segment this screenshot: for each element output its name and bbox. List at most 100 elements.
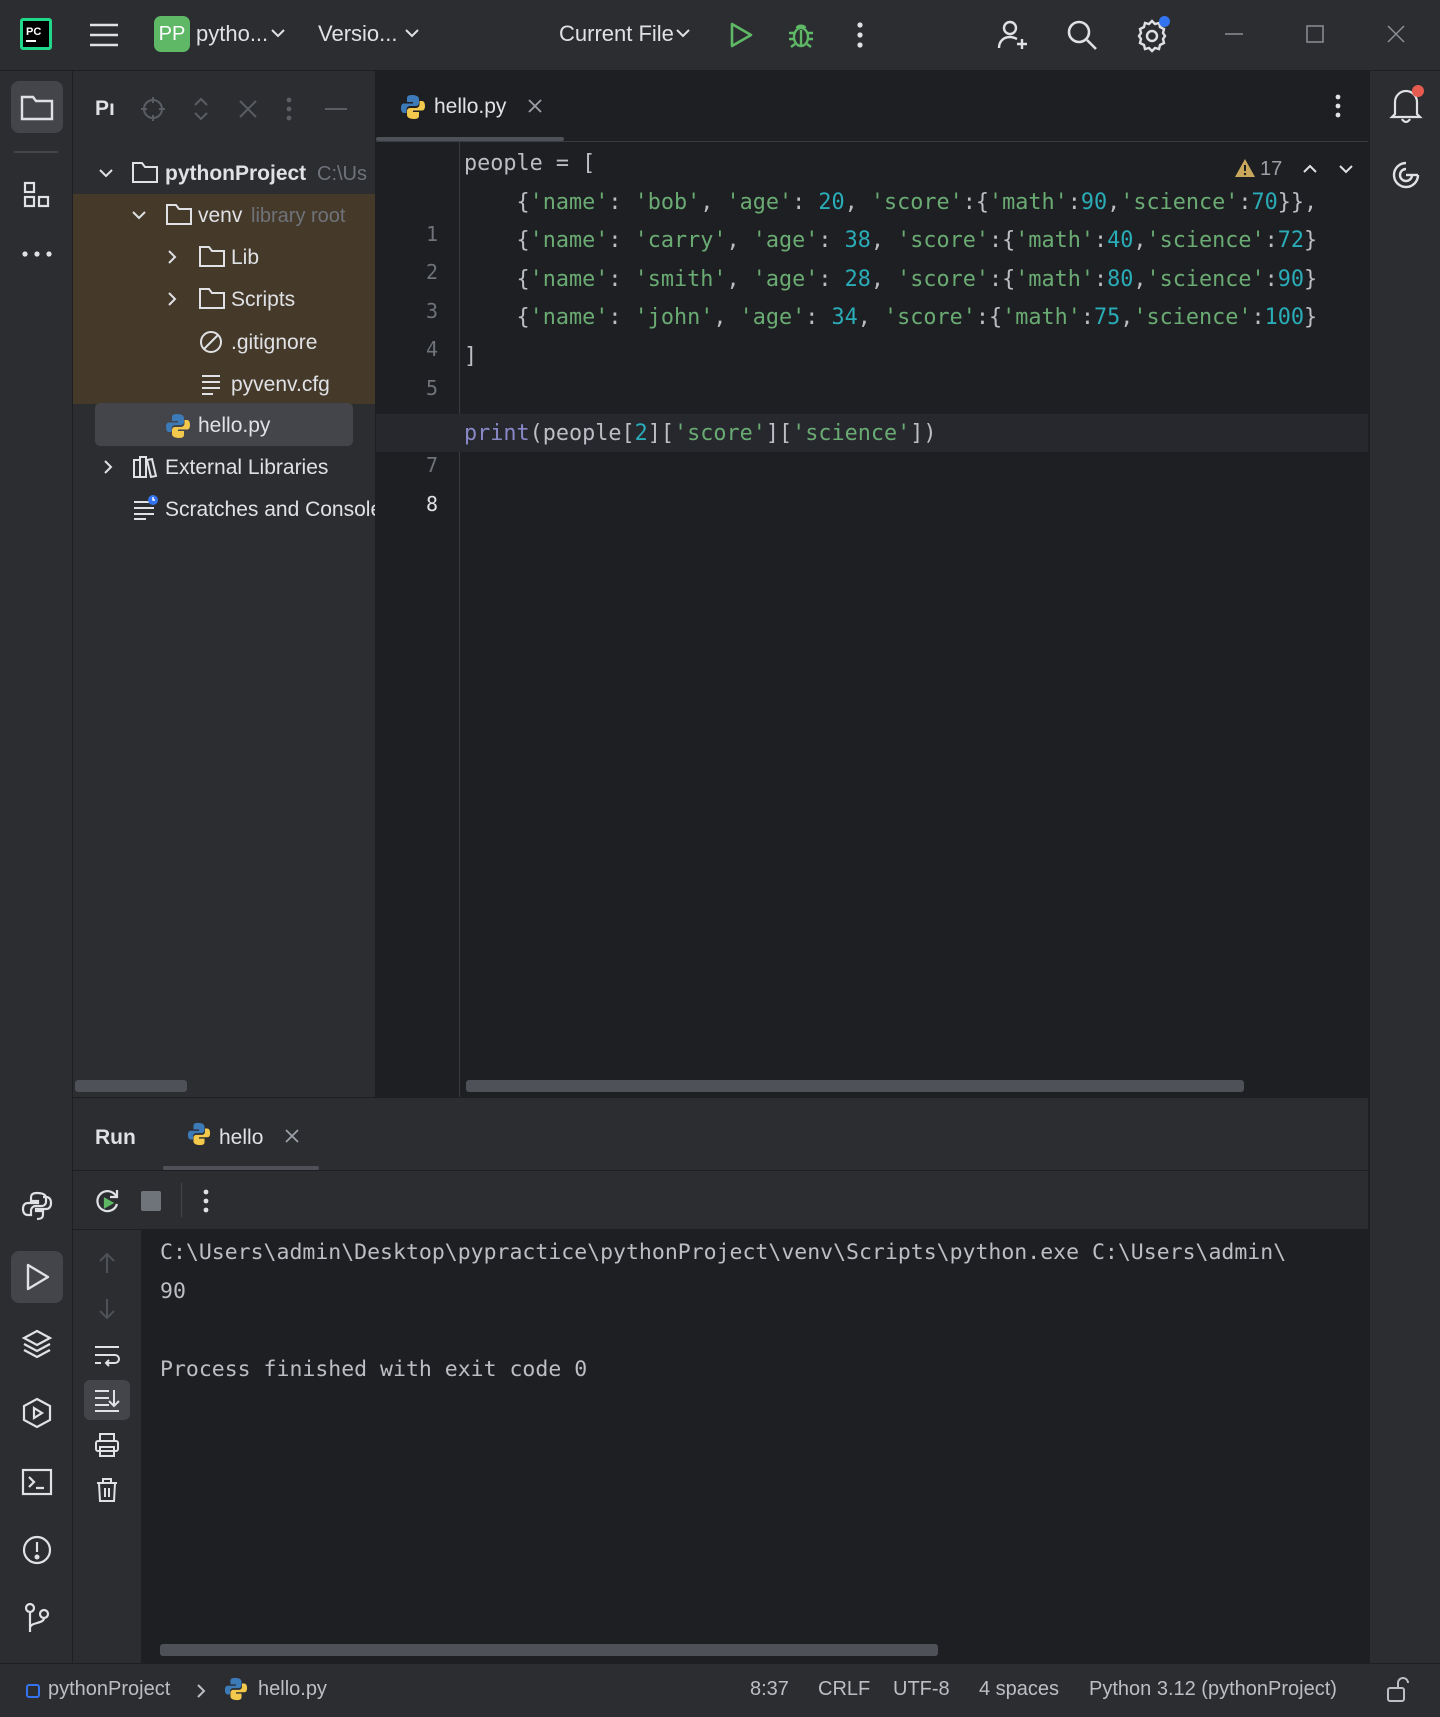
run-tab-bar: Run hello <box>73 1098 1368 1171</box>
library-icon <box>133 456 158 479</box>
stop-icon[interactable] <box>137 1187 165 1215</box>
collapse-all-icon[interactable] <box>233 94 263 124</box>
close-tab-icon[interactable] <box>285 1129 299 1143</box>
breadcrumb-file[interactable]: hello.py <box>258 1678 327 1701</box>
print-icon[interactable] <box>90 1428 124 1462</box>
python-file-icon <box>187 1122 211 1146</box>
project-name[interactable]: pytho... <box>196 21 268 47</box>
chevron-down-icon[interactable] <box>131 210 147 220</box>
python-interpreter[interactable]: Python 3.12 (pythonProject) <box>1089 1678 1337 1701</box>
project-scrollbar[interactable] <box>75 1080 187 1092</box>
chevron-down-icon[interactable] <box>1338 164 1354 174</box>
more-tools-icon[interactable] <box>17 239 57 269</box>
terminal-icon[interactable] <box>17 1462 57 1502</box>
title-bar: PC PP pytho... Versio... Current File <box>0 0 1440 71</box>
console-output[interactable]: C:\Users\admin\Desktop\pypractice\python… <box>142 1230 1368 1663</box>
tree-item-gitignore[interactable]: .gitignore <box>73 322 375 364</box>
maximize-icon[interactable] <box>1303 22 1327 46</box>
trash-icon[interactable] <box>90 1473 124 1507</box>
code-line-8[interactable]: print(people[2]['score']['science']) <box>464 415 936 453</box>
structure-icon[interactable] <box>17 175 57 215</box>
chevron-down-icon[interactable] <box>404 28 420 38</box>
code-line-3[interactable]: {'name': 'carry', 'age': 38, 'score':{'m… <box>464 222 1317 260</box>
line-number: 5 <box>425 376 438 400</box>
close-window-icon[interactable] <box>1384 22 1408 46</box>
hide-panel-icon[interactable] <box>321 94 351 124</box>
scroll-to-end-icon[interactable] <box>84 1380 130 1420</box>
folder-icon <box>132 162 158 183</box>
tree-item-external-libraries[interactable]: External Libraries <box>73 447 375 489</box>
ai-assistant-icon[interactable] <box>1386 155 1426 195</box>
python-file-icon <box>166 414 190 438</box>
line-separator[interactable]: CRLF <box>818 1678 870 1701</box>
debug-icon[interactable] <box>783 17 819 53</box>
caret-position[interactable]: 8:37 <box>750 1678 789 1701</box>
run-tab-hello[interactable]: hello <box>163 1098 319 1170</box>
chevron-right-icon[interactable] <box>103 459 113 475</box>
vcs-widget[interactable]: Versio... <box>318 21 397 47</box>
editor-options-icon[interactable] <box>1328 89 1348 123</box>
python-console-icon[interactable] <box>17 1186 57 1226</box>
layers-icon[interactable] <box>17 1324 57 1364</box>
tree-item-label: Lib <box>231 246 260 269</box>
options-icon[interactable] <box>279 94 299 124</box>
rerun-icon[interactable] <box>91 1185 123 1217</box>
code-line-1[interactable]: people = [ <box>464 145 595 183</box>
chevron-up-icon[interactable] <box>1302 164 1318 174</box>
chevron-right-icon[interactable] <box>167 249 177 265</box>
warning-icon <box>1235 159 1255 177</box>
tree-item-hello-py[interactable]: hello.py <box>73 405 375 447</box>
chevron-down-icon[interactable] <box>675 28 691 38</box>
locate-icon[interactable] <box>138 94 168 124</box>
run-options-icon[interactable] <box>196 1185 216 1217</box>
chevron-right-icon[interactable] <box>167 291 177 307</box>
more-actions-icon[interactable] <box>850 18 870 52</box>
indent-setting[interactable]: 4 spaces <box>979 1678 1059 1701</box>
main-menu-icon[interactable] <box>86 17 122 53</box>
unlock-icon[interactable] <box>1386 1677 1410 1703</box>
run-configuration[interactable]: Current File <box>559 21 674 47</box>
search-icon[interactable] <box>1064 17 1100 53</box>
add-user-icon[interactable] <box>994 16 1032 54</box>
tree-item-pyvenv-cfg[interactable]: pyvenv.cfg <box>73 364 375 406</box>
editor-tab-hello-py[interactable]: hello.py <box>376 71 564 141</box>
tree-item-pythonproject[interactable]: pythonProject C:\Us <box>73 153 375 195</box>
warnings-count: 17 <box>1260 158 1283 180</box>
expand-all-icon[interactable] <box>186 94 216 124</box>
editor-scrollbar[interactable] <box>466 1080 1244 1092</box>
editor-area: hello.py 1 2 3 4 5 6 7 8 17 people = [ {… <box>376 71 1368 1097</box>
inspections-widget[interactable]: 17 <box>1234 153 1354 187</box>
right-tool-strip <box>1369 71 1440 1663</box>
minimize-icon[interactable] <box>1222 22 1246 46</box>
gear-icon[interactable] <box>1132 15 1172 55</box>
tree-item-scripts[interactable]: Scripts <box>73 279 375 321</box>
soft-wrap-icon[interactable] <box>90 1338 124 1372</box>
project-badge[interactable]: PP <box>154 16 190 52</box>
code-line-5[interactable]: {'name': 'john', 'age': 34, 'score':{'ma… <box>464 299 1317 337</box>
console-scrollbar[interactable] <box>160 1644 938 1656</box>
run-icon[interactable] <box>724 18 758 52</box>
notifications-icon[interactable] <box>1386 85 1426 125</box>
tree-item-venv[interactable]: venv library root <box>73 195 375 237</box>
problems-icon[interactable] <box>17 1530 57 1570</box>
code-line-4[interactable]: {'name': 'smith', 'age': 28, 'score':{'m… <box>464 261 1317 299</box>
run-tool-button[interactable] <box>11 1251 63 1303</box>
project-module-icon <box>26 1684 40 1698</box>
git-branch-icon[interactable] <box>17 1598 57 1638</box>
chevron-down-icon[interactable] <box>98 168 114 178</box>
chevron-down-icon[interactable] <box>270 28 286 38</box>
run-panel-title[interactable]: Run <box>95 1126 136 1150</box>
code-line-2[interactable]: {'name': 'bob', 'age': 20, 'score':{'mat… <box>464 184 1317 222</box>
close-tab-icon[interactable] <box>528 99 542 113</box>
code-line-6[interactable]: ] <box>464 338 477 376</box>
arrow-down-icon[interactable] <box>90 1292 124 1326</box>
tree-item-lib[interactable]: Lib <box>73 237 375 279</box>
breadcrumb-project[interactable]: pythonProject <box>48 1678 170 1701</box>
services-icon[interactable] <box>17 1393 57 1433</box>
pycharm-logo-icon: PC <box>20 18 52 50</box>
project-panel-title[interactable]: Pı <box>95 97 115 121</box>
project-tool-button[interactable] <box>11 81 63 133</box>
file-encoding[interactable]: UTF-8 <box>893 1678 950 1701</box>
tree-item-scratches[interactable]: Scratches and Consoles <box>73 489 375 531</box>
arrow-up-icon[interactable] <box>90 1246 124 1280</box>
